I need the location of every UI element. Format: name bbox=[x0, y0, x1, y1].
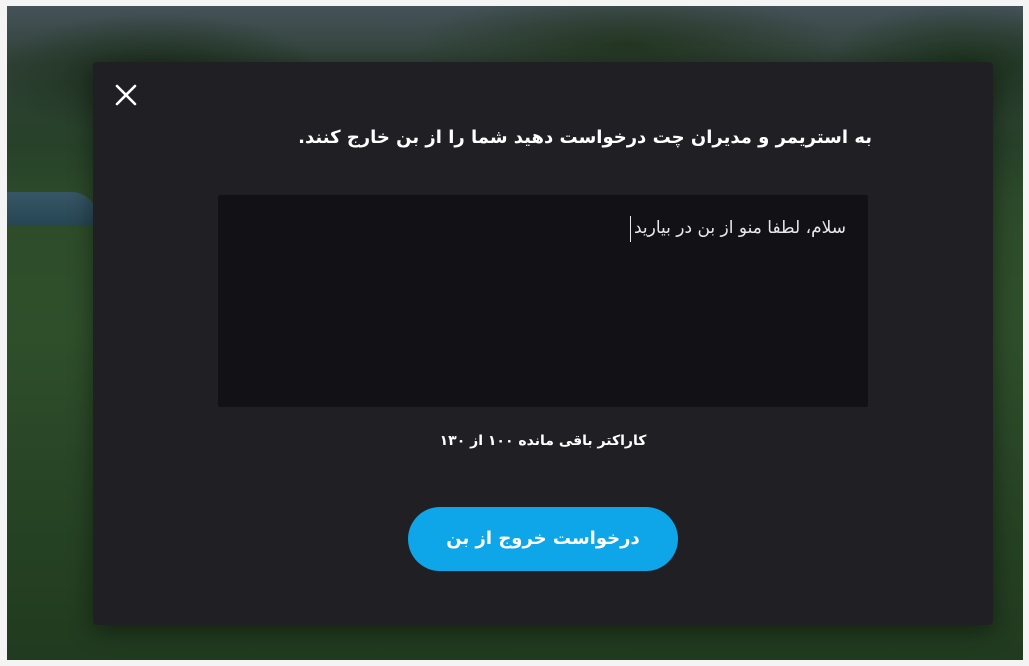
character-counter: کاراکتر باقی مانده ۱۰۰ از ۱۳۰ bbox=[439, 433, 647, 449]
close-icon bbox=[115, 84, 137, 106]
background-water bbox=[7, 192, 97, 226]
unban-request-dialog: به استریمر و مدیران چت درخواست دهید شما … bbox=[93, 62, 993, 625]
close-button[interactable] bbox=[113, 82, 139, 108]
message-text: سلام، لطفا منو از بن در بیارید bbox=[633, 218, 846, 238]
dialog-title: به استریمر و مدیران چت درخواست دهید شما … bbox=[298, 127, 872, 148]
request-unban-button[interactable]: درخواست خروج از بن bbox=[408, 507, 678, 571]
text-caret bbox=[629, 215, 631, 242]
unban-message-input[interactable]: سلام، لطفا منو از بن در بیارید bbox=[218, 195, 868, 407]
screenshot-frame: به استریمر و مدیران چت درخواست دهید شما … bbox=[0, 0, 1029, 666]
